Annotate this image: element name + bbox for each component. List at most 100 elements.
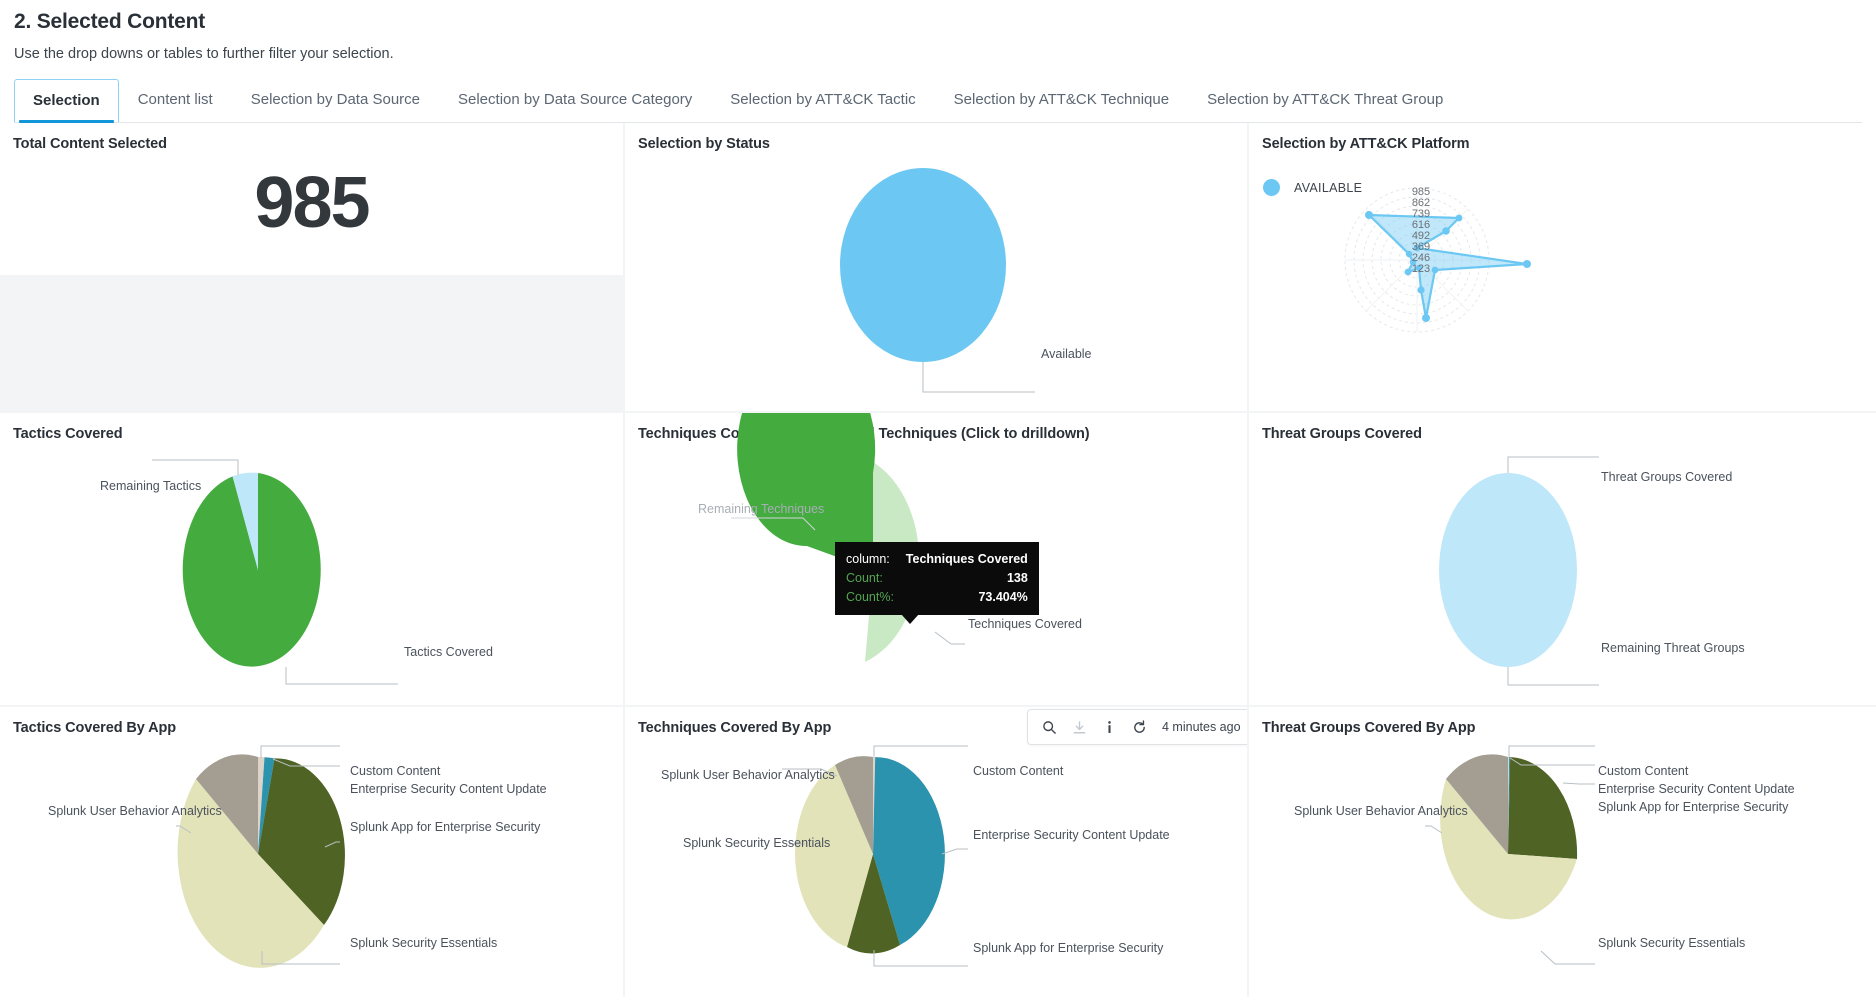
leader-line-remaining-threat-groups xyxy=(1507,667,1599,686)
total-content-selected-value: 985 xyxy=(254,163,370,243)
label-remaining-threat-groups: Remaining Threat Groups xyxy=(1601,641,1745,655)
tooltip-row-column: column: Techniques Covered xyxy=(846,550,1028,569)
tooltip-row-count: Count: 138 xyxy=(846,569,1028,588)
tactics-pie[interactable] xyxy=(182,472,321,667)
search-icon[interactable] xyxy=(1034,714,1064,740)
threat-groups-by-app-chart[interactable]: Custom Content Enterprise Security Conte… xyxy=(1249,736,1876,997)
panel-title-threat-groups-covered: Threat Groups Covered xyxy=(1262,426,1422,442)
techniques-by-app-chart[interactable]: 4 minutes ago Custom Content Enterprise … xyxy=(625,709,1247,997)
tab-content-list[interactable]: Content list xyxy=(119,78,232,122)
label-tactics-covered: Tactics Covered xyxy=(404,645,493,659)
kpi-card: Total Content Selected 985 xyxy=(0,123,623,275)
radar-series-available[interactable] xyxy=(1365,211,1531,322)
techniques-pie[interactable] xyxy=(737,413,920,662)
label-uba: Splunk User Behavior Analytics xyxy=(661,768,835,782)
threat-groups-by-app-pie[interactable] xyxy=(1440,754,1578,920)
leader-line-custom-content xyxy=(1508,745,1595,757)
panel-tactics-covered: Tactics Covered Remaining Tactics Tactic… xyxy=(0,413,623,705)
label-sse: Splunk Security Essentials xyxy=(683,836,831,850)
panel-techniques-covered-by-app: Techniques Covered By App 4 minutes ago … xyxy=(625,707,1247,997)
tooltip-pointer-icon xyxy=(901,614,919,625)
leader-line-custom-content xyxy=(260,745,340,758)
tactics-by-app-pie[interactable] xyxy=(177,754,345,968)
threat-groups-by-app-pie-svg[interactable] xyxy=(1249,736,1876,992)
tactics-by-app-chart[interactable]: Custom Content Enterprise Security Conte… xyxy=(0,736,623,997)
leader-line-es-app xyxy=(873,950,968,967)
panel-selection-by-attack-platform: Selection by ATT&CK Platform AVAILABLE 9… xyxy=(1249,123,1876,411)
tooltip-count-key: Count: xyxy=(846,570,883,585)
chart-refresh-timestamp: 4 minutes ago xyxy=(1162,720,1241,734)
tooltip-count-value: 138 xyxy=(1006,570,1028,585)
label-es-app: Splunk App for Enterprise Security xyxy=(1598,800,1789,814)
techniques-covered-chart[interactable]: Remaining Techniques Techniques Covered … xyxy=(625,413,1247,705)
tab-selection-by-attack-technique[interactable]: Selection by ATT&CK Technique xyxy=(935,78,1188,122)
techniques-by-app-pie[interactable] xyxy=(795,756,945,954)
download-icon[interactable] xyxy=(1064,714,1094,740)
panel-title-techniques-covered: Techniques Covered from selected Techniq… xyxy=(638,426,1090,442)
leader-line-threat-groups-covered xyxy=(1507,456,1599,473)
leader-line-sse xyxy=(1540,950,1595,965)
label-custom-content: Custom Content xyxy=(973,764,1064,778)
panel-title-total-content-selected: Total Content Selected xyxy=(13,136,167,152)
legend-swatch-available-icon xyxy=(1263,179,1280,196)
threat-groups-pie-svg[interactable] xyxy=(1249,442,1876,700)
radar-legend[interactable]: AVAILABLE xyxy=(1263,179,1362,196)
panel-threat-groups-covered: Threat Groups Covered Threat Groups Cove… xyxy=(1249,413,1876,705)
selection-by-status-chart[interactable]: Available xyxy=(625,152,1247,411)
leader-line-available xyxy=(922,362,1035,393)
label-uba: Splunk User Behavior Analytics xyxy=(1294,804,1468,818)
panel-title-tactics-covered: Tactics Covered xyxy=(13,426,123,442)
page-title: 2. Selected Content xyxy=(14,10,206,33)
panel-threat-groups-covered-by-app: Threat Groups Covered By App Custom Cont… xyxy=(1249,707,1876,997)
dashboard-row-2: Tactics Covered Remaining Tactics Tactic… xyxy=(0,413,1876,705)
threat-groups-covered-chart[interactable]: Threat Groups Covered Remaining Threat G… xyxy=(1249,442,1876,705)
label-remaining-techniques: Remaining Techniques xyxy=(698,502,825,516)
leader-line-remaining-tactics xyxy=(152,459,239,475)
tactics-by-app-pie-svg[interactable] xyxy=(0,736,623,992)
page-subtitle: Use the drop downs or tables to further … xyxy=(14,46,394,62)
panel-title-tactics-covered-by-app: Tactics Covered By App xyxy=(13,720,176,736)
radar-tick-7: 123 xyxy=(1412,263,1430,275)
radar-tick-labels: 985 862 739 616 492 369 246 123 xyxy=(1412,186,1430,275)
legend-label-available: AVAILABLE xyxy=(1294,180,1363,195)
status-pie-svg[interactable] xyxy=(625,152,1247,402)
panel-title-selection-by-attack-platform: Selection by ATT&CK Platform xyxy=(1262,136,1470,152)
dashboard-header: 2. Selected Content Use the drop downs o… xyxy=(0,0,1876,123)
label-escu: Enterprise Security Content Update xyxy=(350,782,547,796)
tab-selection-by-attack-tactic[interactable]: Selection by ATT&CK Tactic xyxy=(711,78,934,122)
label-custom-content: Custom Content xyxy=(350,764,441,778)
refresh-icon[interactable] xyxy=(1124,714,1154,740)
tactics-pie-svg[interactable] xyxy=(0,442,623,700)
leader-line-techniques-covered xyxy=(934,631,965,645)
panel-total-content-selected: Total Content Selected 985 xyxy=(0,123,623,411)
info-icon[interactable] xyxy=(1094,714,1124,740)
label-threat-groups-covered: Threat Groups Covered xyxy=(1601,470,1733,484)
pie-slice-es-app[interactable] xyxy=(1508,757,1578,859)
pie-slice-threat-groups-covered[interactable] xyxy=(1439,473,1577,667)
tab-bar: Selection Content list Selection by Data… xyxy=(14,78,1862,123)
chart-toolbar[interactable]: 4 minutes ago xyxy=(1027,709,1247,745)
label-escu: Enterprise Security Content Update xyxy=(973,828,1170,842)
label-escu: Enterprise Security Content Update xyxy=(1598,782,1795,796)
tooltip-countpct-key: Count%: xyxy=(846,589,894,604)
label-uba: Splunk User Behavior Analytics xyxy=(48,804,222,818)
label-remaining-tactics: Remaining Tactics xyxy=(100,479,202,493)
leader-line-tactics-covered xyxy=(285,667,398,685)
dashboard-page: 2. Selected Content Use the drop downs o… xyxy=(0,0,1876,1003)
chart-tooltip: column: Techniques Covered Count: 138 Co… xyxy=(835,542,1039,625)
tab-selection[interactable]: Selection xyxy=(14,79,119,123)
dashboard-row-1: Total Content Selected 985 Selection by … xyxy=(0,123,1876,411)
tab-selection-by-attack-threat-group[interactable]: Selection by ATT&CK Threat Group xyxy=(1188,78,1462,122)
label-sse: Splunk Security Essentials xyxy=(350,936,498,950)
label-es-app: Splunk App for Enterprise Security xyxy=(973,941,1164,955)
pie-slice-available[interactable] xyxy=(840,168,1006,362)
leader-line-uba xyxy=(1425,825,1443,834)
label-sse: Splunk Security Essentials xyxy=(1598,936,1746,950)
panel-techniques-covered: Techniques Covered from selected Techniq… xyxy=(625,413,1247,705)
attack-platform-chart[interactable]: AVAILABLE 985 862 739 616 492 369 246 12… xyxy=(1249,152,1876,411)
tab-selection-by-data-source[interactable]: Selection by Data Source xyxy=(232,78,439,122)
tab-selection-by-data-source-category[interactable]: Selection by Data Source Category xyxy=(439,78,711,122)
leader-line-escu xyxy=(941,848,968,855)
tactics-covered-chart[interactable]: Remaining Tactics Tactics Covered xyxy=(0,442,623,705)
tooltip-countpct-value: 73.404% xyxy=(978,589,1028,604)
